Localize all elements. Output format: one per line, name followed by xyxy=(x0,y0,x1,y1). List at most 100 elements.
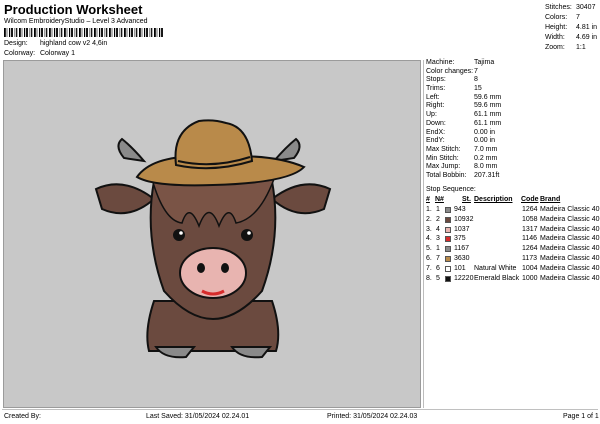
stop-row-stitches: 12220 xyxy=(454,274,474,282)
stop-row-brand: Madeira Classic 40 xyxy=(540,235,600,243)
design-preview xyxy=(3,60,421,408)
thread-color-swatch xyxy=(445,246,451,253)
stop-row-index: 7. xyxy=(426,264,432,272)
stop-row-needle: 4 xyxy=(436,225,440,233)
stop-row-needle: 7 xyxy=(436,254,440,262)
info-up: Up: 61.1 mm xyxy=(426,111,502,119)
stop-row-brand: Madeira Classic 40 xyxy=(540,264,600,272)
stop-row-index: 1. xyxy=(426,206,432,213)
thread-color-swatch xyxy=(445,265,451,272)
separator xyxy=(423,60,424,408)
stop-row-stitches: 943 xyxy=(454,206,466,213)
stop-row: 2. 2 10932 1058 Madeira Classic 40 xyxy=(426,215,600,225)
stop-row: 1. 1 943 1264 Madeira Classic 40 xyxy=(426,205,600,215)
stop-row-description: Emerald Black xyxy=(474,274,520,282)
info-right: Right: 59.6 mm xyxy=(426,102,502,110)
info-max-jump: Max Jump: 8.0 mm xyxy=(426,163,498,171)
stop-row: 8. 5 12220 Emerald Black 1000 Madeira Classic… xyxy=(426,274,600,284)
stop-row-brand: Madeira Classic 40 xyxy=(540,254,600,262)
stat-stitches: Stitches: 30407 xyxy=(545,4,596,11)
design-row: Design: highland cow v2 4,6in xyxy=(4,40,107,47)
design-value: highland cow v2 4,6in xyxy=(39,40,108,47)
stop-row-index: 4. xyxy=(426,235,432,243)
stop-sequence-rows: 1. 1 943 1264 Madeira Classic 40 2. 2 10932 1058… xyxy=(426,205,600,284)
thread-color-swatch xyxy=(445,226,451,233)
barcode xyxy=(4,28,163,37)
thread-color-swatch xyxy=(445,207,451,213)
stop-row-stitches: 101 xyxy=(454,264,466,272)
stop-row-needle: 5 xyxy=(436,274,440,282)
summary-stats: Stitches: 30407 Colors: 7 Height: 4.81 in W… xyxy=(545,3,597,53)
stop-row-code: 1264 xyxy=(522,245,538,253)
col-num: # xyxy=(426,196,430,203)
stop-row: 4. 3 375 1146 Madeira Classic 40 xyxy=(426,234,600,244)
info-left: Left: 59.6 mm xyxy=(426,93,502,101)
page-number: Page 1 of 1 xyxy=(563,413,599,420)
stop-row-needle: 1 xyxy=(436,206,440,213)
stop-row-code: 1058 xyxy=(522,215,538,223)
footer-divider xyxy=(2,409,598,410)
info-down: Down: 61.1 mm xyxy=(426,119,502,127)
info-total-bobbin: Total Bobbin: 207.31ft xyxy=(426,171,500,179)
stop-row-stitches: 375 xyxy=(454,235,466,243)
stat-height: Height: 4.81 in xyxy=(545,24,598,31)
col-n: N# xyxy=(435,196,444,203)
colorway-label: Colorway: xyxy=(4,50,36,57)
info-color-changes: Color changes:7 xyxy=(426,67,478,75)
stop-row-stitches: 3630 xyxy=(454,254,470,262)
stop-row-code: 1004 xyxy=(522,264,538,272)
thread-color-swatch xyxy=(445,236,451,243)
stop-row-needle: 2 xyxy=(436,215,440,223)
stop-row-code: 1146 xyxy=(522,235,538,243)
stop-row-stitches: 10932 xyxy=(454,215,474,223)
info-stops: Stops: 8 xyxy=(426,76,478,84)
stop-row-stitches: 1167 xyxy=(454,245,470,253)
stop-row: 3. 4 1037 1317 Madeira Classic 40 xyxy=(426,225,600,235)
info-trims: Trims: 15 xyxy=(426,85,482,93)
info-endy: EndY: 0.00 in xyxy=(426,137,496,145)
stop-row-index: 8. xyxy=(426,274,432,282)
thread-color-swatch xyxy=(445,216,451,223)
stop-row-description: Natural White xyxy=(474,264,517,272)
stop-row-code: 1264 xyxy=(522,206,538,213)
software-subtitle: Wilcom EmbroideryStudio – Level 3 Advanc… xyxy=(4,18,148,25)
stop-sequence-header: # N# St. Description Code Brand xyxy=(426,196,598,205)
col-code: Code xyxy=(521,196,539,203)
stop-row-brand: Madeira Classic 40 xyxy=(540,215,600,223)
stop-row-index: 6. xyxy=(426,254,432,262)
stop-row-needle: 1 xyxy=(436,245,440,253)
col-st: St. xyxy=(462,196,471,203)
col-brand: Brand xyxy=(540,196,561,203)
thread-color-swatch xyxy=(445,255,451,262)
stop-sequence-title: Stop Sequence: xyxy=(426,186,476,193)
info-max-stitch: Max Stitch: 7.0 mm xyxy=(426,145,498,153)
highland-cow-embroidery xyxy=(94,119,332,359)
stat-zoom: Zoom: 1:1 xyxy=(545,44,586,51)
stat-width: Width: 4.69 in xyxy=(545,34,598,41)
info-endx: EndX: 0.00 in xyxy=(426,128,496,136)
stop-row-code: 1317 xyxy=(522,225,538,233)
stop-row: 7. 6 101 Natural White 1004 Madeira Classic 4… xyxy=(426,264,600,274)
stop-row-code: 1173 xyxy=(522,254,538,262)
printed-date: Printed: 31/05/2024 02.24.03 xyxy=(327,413,418,420)
stop-row: 5. 1 1167 1264 Madeira Classic 40 xyxy=(426,244,600,254)
col-description: Description xyxy=(474,196,513,203)
stop-row-index: 2. xyxy=(426,215,432,223)
machine-info: Machine: Tajima Color changes:7 Stops: 8 T… xyxy=(426,59,598,181)
design-label: Design: xyxy=(4,40,28,47)
stop-row-brand: Madeira Classic 40 xyxy=(540,245,600,253)
stop-row: 6. 7 3630 1173 Madeira Classic 40 xyxy=(426,254,600,264)
thread-color-swatch xyxy=(445,275,451,282)
stop-row-needle: 6 xyxy=(436,264,440,272)
stop-row-code: 1000 xyxy=(522,274,538,282)
stop-row-brand: Madeira Classic 40 xyxy=(540,225,600,233)
created-by: Created By: xyxy=(4,413,41,420)
last-saved: Last Saved: 31/05/2024 02.24.01 xyxy=(146,413,250,420)
colorway-value: Colorway 1 xyxy=(39,50,75,57)
stop-row-brand: Madeira Classic 40 xyxy=(540,206,600,213)
page-title: Production Worksheet xyxy=(4,2,143,17)
stop-row-needle: 3 xyxy=(436,235,440,243)
stop-row-index: 5. xyxy=(426,245,432,253)
stop-row-index: 3. xyxy=(426,225,432,233)
stop-row-stitches: 1037 xyxy=(454,225,470,233)
